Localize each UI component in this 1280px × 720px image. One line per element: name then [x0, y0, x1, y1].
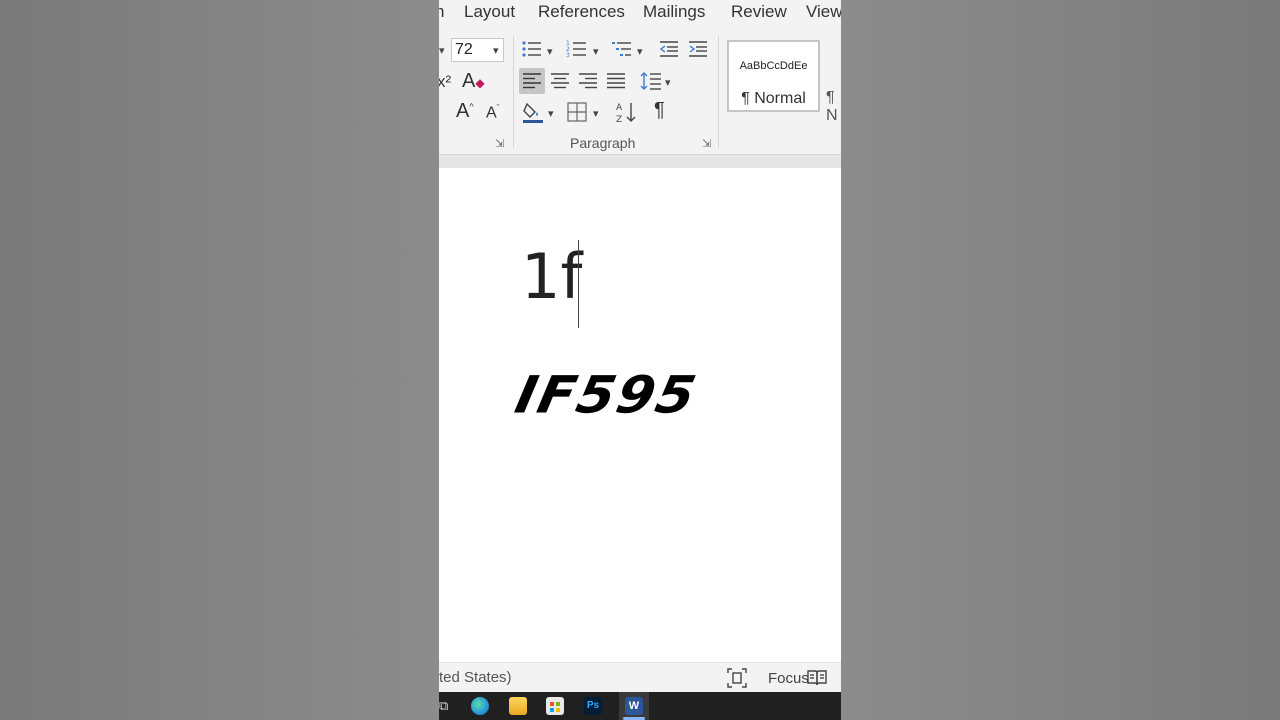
decrease-indent-icon[interactable] — [658, 40, 680, 63]
svg-text:3: 3 — [566, 52, 570, 59]
status-bar: ted States) Focus — [439, 662, 841, 693]
shrink-font-glyph: A — [486, 104, 497, 122]
pilcrow-icon[interactable]: ¶ — [654, 99, 665, 122]
taskbar: ⧉ Ps W — [439, 692, 841, 720]
group-divider — [513, 36, 514, 148]
tab-partial[interactable]: n — [439, 2, 444, 22]
document-page[interactable]: 1f IF595 — [439, 168, 841, 662]
bullets-dropdown-chevron[interactable]: ▾ — [547, 45, 553, 58]
tab-review[interactable]: Review — [731, 2, 787, 22]
file-explorer-icon[interactable] — [509, 697, 527, 715]
font-dialog-launcher[interactable]: ⇲ — [495, 137, 504, 150]
line-spacing-dropdown-chevron[interactable]: ▾ — [665, 76, 671, 89]
svg-text:A: A — [616, 103, 623, 113]
right-blur-background — [841, 0, 1280, 720]
tab-view[interactable]: View — [806, 2, 841, 22]
photoshop-icon[interactable]: Ps — [584, 697, 602, 715]
left-blur-background — [0, 0, 439, 720]
paragraph-group-label: Paragraph — [570, 135, 636, 151]
align-center-icon[interactable] — [550, 72, 570, 95]
font-size-combobox[interactable]: 72 ▾ — [451, 38, 504, 62]
paragraph-dialog-launcher[interactable]: ⇲ — [702, 137, 711, 150]
word-icon[interactable]: W — [625, 697, 643, 715]
taskview-icon[interactable]: ⧉ — [439, 698, 448, 714]
edge-icon[interactable] — [471, 697, 489, 715]
tab-layout[interactable]: Layout — [464, 2, 515, 22]
shading-icon[interactable] — [521, 100, 545, 129]
chevron-down-icon[interactable]: ▾ — [493, 44, 499, 57]
style-normal[interactable]: AaBbCcDdEe ¶ Normal — [727, 40, 820, 112]
store-icon[interactable] — [546, 697, 564, 715]
justify-icon[interactable] — [606, 72, 626, 95]
increase-indent-icon[interactable] — [687, 40, 709, 63]
style-normal-sample: AaBbCcDdEe — [739, 60, 808, 72]
tab-references[interactable]: References — [538, 2, 625, 22]
shrink-font-icon[interactable]: Aˇ — [486, 103, 500, 122]
read-mode-icon[interactable] — [807, 669, 827, 692]
line-spacing-icon[interactable] — [640, 70, 662, 97]
multilevel-dropdown-chevron[interactable]: ▾ — [637, 45, 643, 58]
sort-icon[interactable]: AZ — [615, 100, 637, 129]
ribbon-tabs: n Layout References Mailings Review View — [439, 0, 841, 28]
focus-label[interactable]: Focus — [768, 670, 809, 687]
tab-mailings[interactable]: Mailings — [643, 2, 705, 22]
word-window: n Layout References Mailings Review View… — [439, 0, 841, 720]
group-divider — [718, 36, 719, 148]
bullets-icon[interactable] — [521, 39, 543, 64]
grow-font-icon[interactable]: A^ — [456, 100, 474, 123]
focus-icon[interactable] — [727, 668, 747, 693]
eraser-icon: ◆ — [475, 76, 485, 90]
style-next-partial[interactable]: ¶ N — [826, 89, 841, 125]
clear-formatting-glyph: A — [462, 70, 476, 92]
style-normal-label: ¶ Normal — [741, 90, 806, 107]
numbering-icon[interactable]: 123 — [566, 39, 588, 64]
multilevel-list-icon[interactable] — [611, 39, 633, 64]
superscript-icon[interactable]: x² — [439, 72, 451, 92]
grow-font-glyph: A — [456, 100, 470, 122]
align-right-icon[interactable] — [578, 72, 598, 95]
stylized-logo-text: IF595 — [510, 365, 703, 425]
text-cursor — [578, 240, 579, 328]
align-left-icon[interactable] — [522, 72, 542, 95]
svg-text:Z: Z — [616, 115, 622, 124]
clear-formatting-icon[interactable]: A◆ — [462, 70, 485, 93]
shading-dropdown-chevron[interactable]: ▾ — [548, 107, 554, 120]
borders-icon[interactable] — [566, 101, 588, 128]
numbering-dropdown-chevron[interactable]: ▾ — [593, 45, 599, 58]
borders-dropdown-chevron[interactable]: ▾ — [593, 107, 599, 120]
typed-text: 1f — [521, 240, 583, 313]
font-name-dropdown-chevron[interactable]: ▾ — [439, 44, 445, 57]
font-size-value: 72 — [455, 41, 473, 58]
language-status[interactable]: ted States) — [439, 669, 512, 686]
